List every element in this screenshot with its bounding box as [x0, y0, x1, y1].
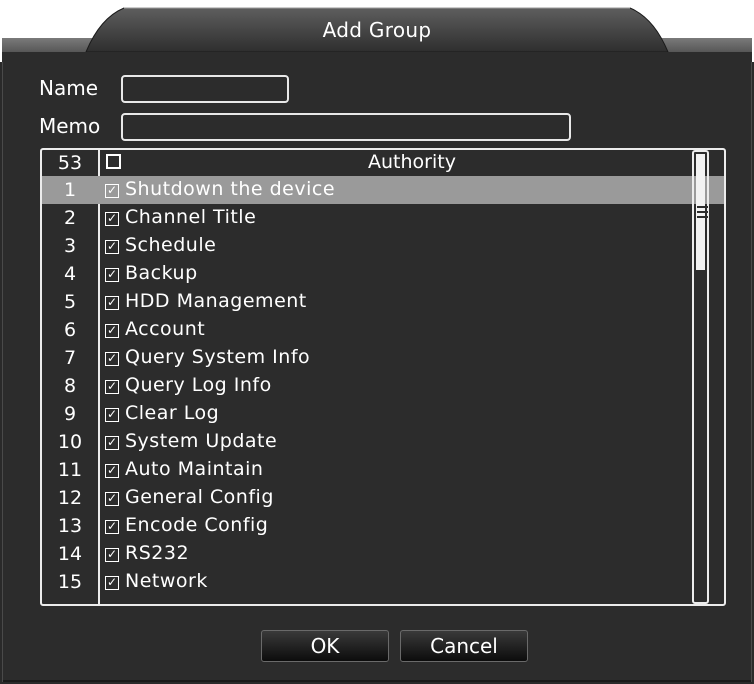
ok-button[interactable]: OK — [261, 630, 389, 662]
scroll-grip-line — [697, 216, 708, 218]
authority-checkbox[interactable] — [105, 240, 119, 254]
table-row[interactable]: 7 Query System Info — [42, 344, 724, 372]
authority-count: 53 — [57, 152, 83, 174]
authority-label: Clear Log — [125, 402, 220, 424]
authority-label: System Update — [125, 430, 278, 452]
authority-label: Schedule — [125, 234, 217, 256]
table-row[interactable]: 2 Channel Title — [42, 204, 724, 232]
authority-checkbox[interactable] — [105, 436, 119, 450]
window-title: Add Group — [322, 18, 432, 42]
authority-checkbox[interactable] — [105, 408, 119, 422]
authority-label: Account — [125, 318, 206, 340]
authority-checkbox[interactable] — [105, 184, 119, 198]
title-bar: Add Group — [0, 0, 754, 62]
table-row[interactable]: 11 Auto Maintain — [42, 456, 724, 484]
authority-checkbox[interactable] — [105, 520, 119, 534]
row-number: 13 — [57, 515, 83, 537]
table-scrollbar[interactable] — [692, 150, 709, 604]
scroll-grip-line — [697, 211, 708, 213]
authority-checkbox[interactable] — [105, 268, 119, 282]
row-number: 1 — [63, 179, 77, 201]
table-row[interactable]: 9 Clear Log — [42, 400, 724, 428]
row-number: 4 — [63, 263, 77, 285]
scroll-thumb[interactable] — [696, 154, 708, 270]
table-row[interactable]: 5 HDD Management — [42, 288, 724, 316]
table-row[interactable]: 14 RS232 — [42, 540, 724, 568]
authority-label: Query System Info — [125, 346, 311, 368]
table-row[interactable]: 13 Encode Config — [42, 512, 724, 540]
table-header: 53 Authority — [42, 150, 724, 176]
row-number: 9 — [63, 403, 77, 425]
authority-header: Authority — [368, 151, 456, 173]
table-row[interactable]: 10 System Update — [42, 428, 724, 456]
bottom-rule — [3, 680, 751, 682]
row-number: 14 — [57, 543, 83, 565]
authority-label: Backup — [125, 262, 198, 284]
table-row[interactable]: 6 Account — [42, 316, 724, 344]
authority-checkbox[interactable] — [105, 296, 119, 310]
table-row[interactable]: 15 Network — [42, 568, 724, 596]
name-input[interactable] — [121, 75, 289, 103]
row-number: 11 — [57, 459, 83, 481]
authority-label: Auto Maintain — [125, 458, 264, 480]
authority-table: 53 Authority 1Shutdown the device2Channe… — [40, 148, 726, 606]
table-row[interactable]: 1 Shutdown the device — [42, 176, 724, 204]
name-label: Name — [39, 76, 99, 100]
table-row[interactable]: 8 Query Log Info — [42, 372, 724, 400]
authority-checkbox[interactable] — [105, 380, 119, 394]
row-number: 5 — [63, 291, 77, 313]
cancel-button[interactable]: Cancel — [400, 630, 528, 662]
row-number: 2 — [63, 207, 77, 229]
add-group-dialog: Name Memo 53 Authority 1Shutdown the dev… — [2, 62, 752, 682]
authority-label: Shutdown the device — [125, 178, 336, 200]
row-number: 7 — [63, 347, 77, 369]
row-number: 8 — [63, 375, 77, 397]
row-number: 10 — [57, 431, 83, 453]
authority-checkbox[interactable] — [105, 352, 119, 366]
authority-label: Query Log Info — [125, 374, 272, 396]
row-number: 15 — [57, 571, 83, 593]
row-number: 12 — [57, 487, 83, 509]
authority-label: Channel Title — [125, 206, 257, 228]
authority-label: Network — [125, 570, 208, 592]
row-number: 6 — [63, 319, 77, 341]
table-row[interactable]: 12 General Config — [42, 484, 724, 512]
table-row[interactable]: 3 Schedule — [42, 232, 724, 260]
table-row[interactable]: 4 Backup — [42, 260, 724, 288]
memo-input[interactable] — [121, 113, 571, 141]
authority-label: Encode Config — [125, 514, 269, 536]
authority-label: HDD Management — [125, 290, 307, 312]
authority-checkbox[interactable] — [105, 548, 119, 562]
authority-checkbox[interactable] — [105, 212, 119, 226]
authority-checkbox[interactable] — [105, 492, 119, 506]
scroll-grip-line — [697, 206, 708, 208]
authority-label: RS232 — [125, 542, 190, 564]
authority-checkbox[interactable] — [105, 464, 119, 478]
authority-checkbox[interactable] — [105, 576, 119, 590]
authority-label: General Config — [125, 486, 274, 508]
row-number: 3 — [63, 235, 77, 257]
memo-label: Memo — [39, 114, 101, 138]
authority-checkbox[interactable] — [105, 324, 119, 338]
